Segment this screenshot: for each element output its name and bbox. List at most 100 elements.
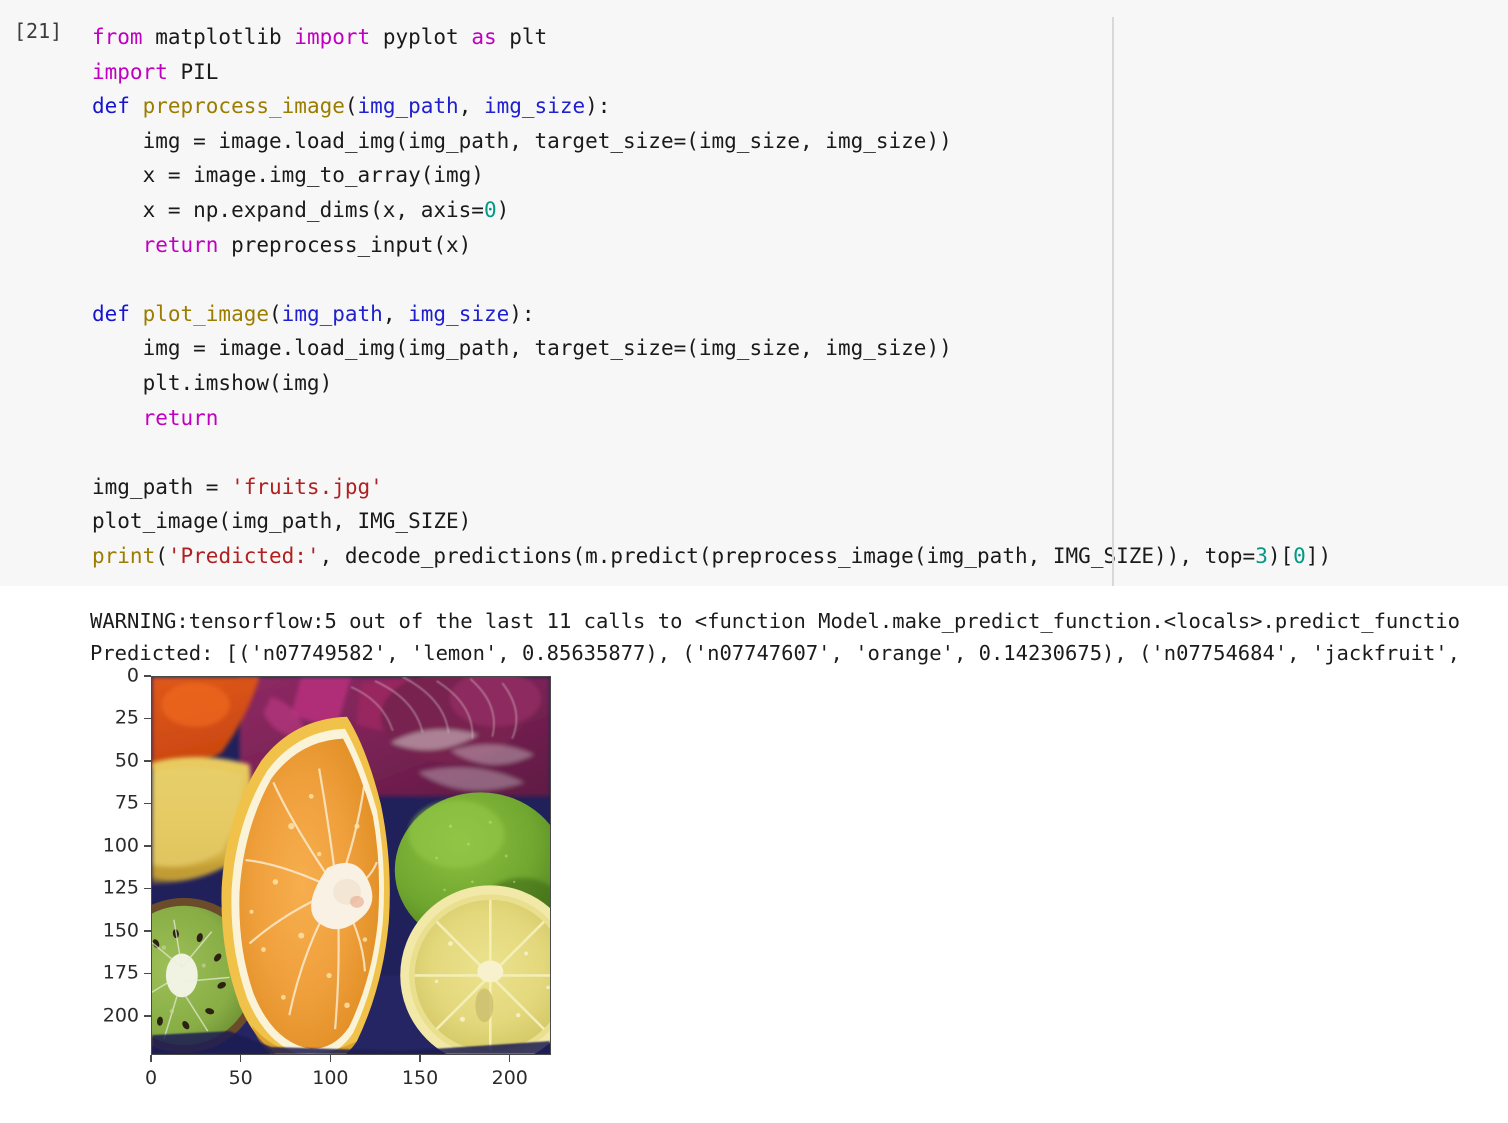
cell-gutter-divider [1112, 17, 1114, 586]
code-token: img_path [357, 94, 459, 119]
code-token: ): [585, 94, 611, 119]
code-token: import [294, 25, 383, 49]
code-token: def [92, 94, 143, 119]
code-token: )[ [1267, 543, 1294, 568]
code-token: import [92, 59, 181, 84]
code-line: def plot_image(img_path, img_size): [92, 297, 1331, 332]
code-token: ) [496, 197, 510, 222]
code-editor[interactable]: from matplotlib import pyplot as plt impo… [92, 20, 1331, 574]
code-token: x = image.img_to_array(img) [92, 163, 484, 188]
x-tick-mark [329, 1055, 332, 1062]
code-token: img_size [483, 94, 586, 119]
y-tick-mark [144, 760, 151, 762]
code-token: ( [155, 543, 168, 568]
code-line: plt.imshow(img) [92, 366, 1331, 401]
code-line: return preprocess_input(x) [92, 228, 1331, 263]
code-token: plot_image(img_path, IMG_SIZE) [92, 509, 472, 534]
code-token: ): [509, 301, 535, 326]
code-line: img = image.load_img(img_path, target_si… [92, 124, 1331, 159]
code-token: preprocess_input(x) [231, 232, 472, 257]
code-cell[interactable]: [21] from matplotlib import pyplot as pl… [0, 0, 1508, 586]
code-token: return [142, 232, 232, 257]
y-tick-mark [144, 887, 151, 890]
code-token: plot_image [142, 301, 270, 326]
code-token: x = np.expand_dims(x, axis= [92, 197, 484, 222]
code-token: return [142, 405, 219, 430]
matplotlib-figure: 0 25 50 75 100 125 150 175 200 0 50 100 150 200 [60, 662, 580, 1112]
x-tick-label: 0 [144, 1067, 158, 1089]
code-token: as [471, 25, 510, 49]
code-token: 0 [483, 197, 497, 222]
execution-count-label: [21] [14, 19, 63, 43]
code-line: return [92, 401, 1331, 436]
code-token: plt.imshow(img) [92, 370, 333, 395]
fruits-photo-svg [152, 677, 550, 1054]
plot-axes [151, 676, 551, 1055]
code-token: ( [344, 94, 358, 119]
stdout-stream-text: WARNING:tensorflow:5 out of the last 11 … [90, 605, 1460, 669]
y-tick-mark [144, 675, 151, 677]
x-tick-label: 150 [401, 1067, 439, 1089]
x-tick-label: 100 [312, 1067, 349, 1089]
x-tick-label: 50 [228, 1067, 253, 1089]
code-token: img_size [408, 301, 510, 326]
fruits-image [152, 677, 550, 1054]
code-token: preprocess_image [142, 94, 345, 119]
code-line: img = image.load_img(img_path, target_si… [92, 331, 1331, 366]
code-token: 'Predicted:' [167, 543, 320, 568]
y-tick-label: 200 [102, 1004, 139, 1027]
y-tick-label: 125 [102, 876, 139, 899]
code-line: plot_image(img_path, IMG_SIZE) [92, 504, 1331, 539]
code-token: , [382, 301, 409, 326]
code-token: ( [269, 301, 282, 326]
code-token: 3 [1255, 543, 1268, 568]
y-tick-label: 150 [102, 919, 139, 942]
cell-output-area: WARNING:tensorflow:5 out of the last 11 … [0, 586, 1508, 1123]
code-token: img_path [281, 301, 383, 326]
code-token: img_path = [92, 474, 232, 499]
code-token: img = image.load_img(img_path, target_si… [92, 336, 952, 361]
code-line: x = np.expand_dims(x, axis=0) [92, 193, 1331, 228]
x-tick-mark [150, 1055, 152, 1062]
y-tick-label: 100 [102, 834, 139, 857]
y-tick-label: 50 [114, 749, 139, 772]
y-tick-label: 25 [114, 706, 139, 729]
code-line: img_path = 'fruits.jpg' [92, 470, 1331, 505]
code-token: img = image.load_img(img_path, target_si… [92, 128, 952, 153]
y-tick-mark [144, 930, 151, 932]
code-token: from [92, 25, 156, 49]
code-line: def preprocess_image(img_path, img_size)… [92, 89, 1331, 124]
code-token: , decode_predictions(m.predict(preproces… [319, 543, 1256, 568]
x-tick-mark [508, 1055, 511, 1062]
y-tick-mark [144, 845, 151, 847]
code-token: 'fruits.jpg' [231, 474, 383, 499]
code-token: 0 [1293, 543, 1306, 568]
y-tick-mark [144, 1015, 151, 1017]
code-line: print('Predicted:', decode_predictions(m… [92, 539, 1331, 574]
y-tick-label: 75 [114, 791, 139, 814]
x-tick-mark [239, 1055, 242, 1062]
code-line: import PIL [92, 55, 1331, 90]
code-line: x = image.img_to_array(img) [92, 158, 1331, 193]
y-tick-mark [144, 717, 151, 720]
code-token: ]) [1305, 543, 1332, 568]
x-tick-label: 200 [491, 1067, 528, 1089]
y-tick-mark [144, 802, 151, 805]
code-token: PIL [180, 59, 219, 84]
y-tick-label: 175 [102, 961, 139, 984]
code-token: plt [509, 25, 548, 49]
x-tick-mark [419, 1055, 421, 1062]
code-token: , [458, 94, 484, 119]
code-token: matplotlib [155, 25, 295, 49]
y-tick-mark [144, 972, 151, 975]
output-line: WARNING:tensorflow:5 out of the last 11 … [90, 609, 1460, 633]
y-tick-label: 0 [126, 664, 139, 687]
code-line: from matplotlib import pyplot as plt [92, 20, 1331, 55]
code-token: pyplot [382, 25, 472, 49]
code-token: def [92, 301, 143, 326]
code-token: print [92, 543, 156, 568]
